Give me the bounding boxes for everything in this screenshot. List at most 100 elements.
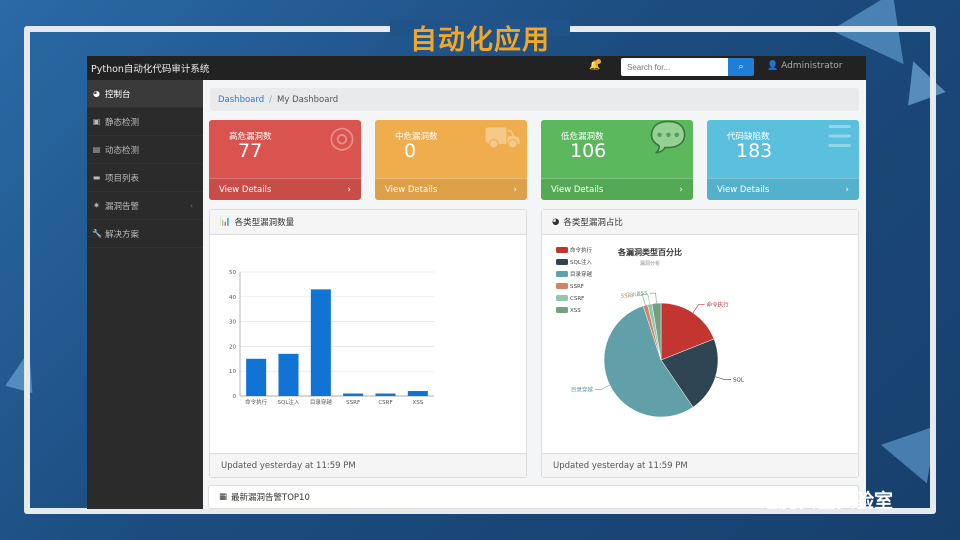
panel-title: 各类型漏洞数量 [234,218,295,228]
app-brand[interactable]: Python自动化代码审计系统 [91,61,209,75]
y-tick-label: 50 [229,270,236,276]
sidebar-item-static[interactable]: ▣ 静态检测 [87,108,203,136]
y-tick-label: 40 [229,295,236,301]
sidebar-item-label: 静态检测 [105,117,140,128]
slice-label: 命令执行 [707,301,730,309]
legend-label: 目录穿越 [570,270,593,278]
table-icon: ▦ [219,492,228,502]
breadcrumb-dashboard-link[interactable]: Dashboard [218,95,264,105]
legend-label: 命令执行 [570,246,593,254]
slice-label-line [692,304,705,314]
view-details-label: View Details [551,184,604,195]
list-icon: ▬ [92,173,101,182]
card-low-risk: 💬 低危漏洞数 106 View Details › [541,120,693,200]
cart-icon: ⛟ [483,120,521,155]
sidebar-item-projects[interactable]: ▬ 项目列表 [87,164,203,192]
card-count: 77 [238,140,263,162]
pie-chart: 各漏洞类型百分比漏洞分析命令执行SQL注入目录穿越SSRFCSRFXSS命令执行… [556,246,745,418]
card-label: 中危漏洞数 [395,132,438,142]
card-count: 106 [570,140,607,162]
view-details-link[interactable]: View Details › [541,178,693,200]
view-details-link[interactable]: View Details › [375,178,527,200]
panel-footer: Updated yesterday at 11:59 PM [542,453,858,477]
y-tick-label: 0 [233,394,237,400]
slide-title: 自动化应用 [410,25,550,56]
x-tick-label: XSS [412,400,423,406]
legend-swatch [556,295,568,301]
chevron-right-icon: › [845,184,849,195]
x-tick-label: SQL注入 [278,398,300,406]
dashboard-icon: ◕ [93,89,100,98]
card-count: 0 [404,140,417,162]
view-details-link[interactable]: View Details › [707,178,859,200]
watermark-text: 逢魔安全实验室 [760,490,894,512]
panel-header: ◕ 各类型漏洞占比 [542,210,858,235]
panel-title: 最新漏洞告警TOP10 [231,493,310,503]
card-code-defects: ☰ 代码缺陷数 183 View Details › [707,120,859,200]
panel-title: 各类型漏洞占比 [563,218,623,228]
user-menu[interactable]: 👤 Administrator [767,61,842,71]
sidebar-item-dashboard[interactable]: ◕ 控制台 [87,80,203,108]
view-details-label: View Details [385,184,438,195]
bar-chart-icon: 📊 [220,217,231,227]
card-count: 183 [736,140,773,162]
sidebar-item-label: 控制台 [105,89,131,100]
sidebar-item-alerts[interactable]: ✷ 漏洞告警 ‹ [87,192,203,220]
search-input[interactable] [621,58,728,76]
user-name: Administrator [781,61,843,71]
slice-label-line [649,292,657,304]
legend-swatch [556,271,568,277]
sidebar-item-label: 漏洞告警 [105,201,140,212]
top-navbar: Python自动化代码审计系统 🔔 ⌕ 👤 Administrator [87,56,866,80]
chevron-right-icon: › [347,184,351,195]
slice-label-line [715,376,732,380]
sidebar-item-label: 项目列表 [105,173,140,184]
pie-subtitle: 漏洞分析 [640,260,660,267]
chevron-right-icon: › [513,184,517,195]
chevron-right-icon: › [679,184,683,195]
breadcrumb-current: My Dashboard [277,94,339,105]
panel-header: 📊 各类型漏洞数量 [210,210,526,235]
legend-swatch [556,259,568,265]
comments-icon: 💬 [649,120,687,155]
x-tick-label: 目录穿越 [310,398,333,406]
x-tick-label: SSRF [346,400,360,406]
y-tick-label: 20 [229,344,236,350]
bar-chart: 0 10 20 30 40 50 命令执行 SQL注入 目录穿越 SSRF CSRF XSS [229,270,434,406]
search-button[interactable]: ⌕ [728,58,754,76]
y-tick-label: 10 [229,369,236,375]
notification-badge [596,59,601,64]
legend-swatch [556,307,568,313]
sidebar-item-solutions[interactable]: 🔧 解决方案 [87,220,203,248]
user-icon: 👤 [767,61,779,71]
main-content: Dashboard / My Dashboard ◎ 高危漏洞数 77 View… [203,80,866,509]
tasks-icon: ☰ [826,120,853,155]
sidebar-item-dynamic[interactable]: ▤ 动态检测 [87,136,203,164]
app-window: Python自动化代码审计系统 🔔 ⌕ 👤 Administrator ◕ 控制台… [87,56,866,509]
bar [407,391,428,396]
legend-label: SQL注入 [570,258,592,266]
bar [310,289,331,396]
watermark: ✿ 逢魔安全实验室 [714,486,893,513]
film-icon: ▤ [92,145,101,154]
bar [343,393,364,396]
sidebar-item-label: 动态检测 [105,145,140,156]
legend-label: SSRF [570,284,584,290]
slice-label: SQL [733,378,745,384]
bug-icon: ✷ [93,201,100,210]
sidebar-item-label: 解决方案 [105,229,140,240]
legend-swatch [556,247,568,253]
view-details-label: View Details [717,184,770,195]
view-details-link[interactable]: View Details › [209,178,361,200]
play-icon: ▣ [92,117,101,126]
sidebar: ◕ 控制台 ▣ 静态检测 ▤ 动态检测 ▬ 项目列表 ✷ 漏洞告警 ‹ 🔧 解决方案 [87,80,203,509]
search-icon: ⌕ [738,62,744,72]
y-tick-label: 30 [229,320,236,326]
breadcrumb-separator: / [269,94,272,105]
slice-label-line [594,384,610,390]
bar [278,353,299,396]
panel-footer: Updated yesterday at 11:59 PM [210,453,526,477]
life-ring-icon: ◎ [328,120,355,155]
wechat-icon: ✿ [714,491,726,508]
bar [246,358,267,396]
